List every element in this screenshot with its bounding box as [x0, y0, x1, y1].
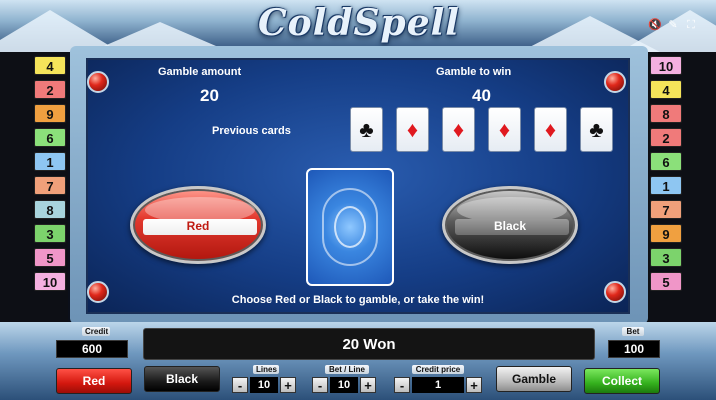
- lines-label: Lines: [253, 365, 279, 374]
- top-icon-bar: 🔇 ✎ ⛶: [648, 18, 698, 32]
- bet-per-line-stepper: - 10 +: [312, 376, 376, 394]
- line-badge-right: 8: [650, 104, 682, 123]
- club-suit-icon: ♣: [589, 117, 604, 142]
- previous-cards-label: Previous cards: [212, 125, 291, 137]
- credit-price-value: 1: [412, 377, 464, 393]
- game-logo: ColdSpell: [258, 2, 460, 44]
- club-suit-icon: ♣: [359, 117, 374, 142]
- gamble-instruction: Choose Red or Black to gamble, or take t…: [231, 294, 485, 306]
- line-badge-right: 7: [650, 200, 682, 219]
- gamble-button[interactable]: Gamble: [496, 366, 572, 392]
- line-badge-left: 7: [34, 176, 66, 195]
- black-button[interactable]: Black: [144, 366, 220, 392]
- line-badge-left: 1: [34, 152, 66, 171]
- credit-price-minus-button[interactable]: -: [394, 377, 410, 393]
- line-badge-right: 4: [650, 80, 682, 99]
- black-choice-button[interactable]: Black: [442, 186, 578, 264]
- line-badge-left: 5: [34, 248, 66, 267]
- line-badge-right: 10: [650, 56, 682, 75]
- lines-value: 10: [250, 377, 278, 393]
- collect-button[interactable]: Collect: [584, 368, 660, 394]
- previous-card: ♦: [442, 107, 475, 152]
- black-choice-label: Black: [493, 219, 527, 233]
- line-badge-right: 1: [650, 176, 682, 195]
- previous-card: ♦: [534, 107, 567, 152]
- line-badge-left: 2: [34, 80, 66, 99]
- diamond-suit-icon: ♦: [452, 117, 465, 142]
- lines-minus-button[interactable]: -: [232, 377, 248, 393]
- line-badge-right: 9: [650, 224, 682, 243]
- line-badges-left: 4 2 9 6 1 7 8 3 5 10: [34, 56, 66, 291]
- credit-price-label: Credit price: [412, 365, 464, 374]
- ruby-gem-decoration: [604, 71, 626, 93]
- bet-label: Bet: [622, 327, 644, 336]
- card-ornament: [334, 206, 366, 248]
- previous-card: ♣: [580, 107, 613, 152]
- gamble-amount-value: 20: [200, 86, 219, 105]
- gamble-to-win-value: 40: [472, 86, 491, 105]
- settings-icon[interactable]: ✎: [666, 18, 680, 32]
- bet-line-minus-button[interactable]: -: [312, 377, 328, 393]
- line-badge-left: 4: [34, 56, 66, 75]
- bet-line-plus-button[interactable]: +: [360, 377, 376, 393]
- line-badge-left: 6: [34, 128, 66, 147]
- red-choice-label: Red: [186, 219, 210, 233]
- line-badge-right: 5: [650, 272, 682, 291]
- line-badge-right: 2: [650, 128, 682, 147]
- credit-price-stepper: - 1 +: [394, 376, 482, 394]
- lines-stepper: - 10 +: [232, 376, 296, 394]
- bet-value: 100: [608, 340, 660, 358]
- credit-price-plus-button[interactable]: +: [466, 377, 482, 393]
- status-display: 20 Won: [143, 328, 595, 360]
- line-badge-left: 8: [34, 200, 66, 219]
- bet-per-line-value: 10: [330, 377, 358, 393]
- sound-icon[interactable]: 🔇: [648, 18, 662, 32]
- bet-per-line-label: Bet / Line: [325, 365, 369, 374]
- gamble-to-win-label: Gamble to win: [436, 66, 512, 78]
- face-down-card: [306, 168, 394, 286]
- line-badge-right: 3: [650, 248, 682, 267]
- line-badge-right: 6: [650, 152, 682, 171]
- red-choice-button[interactable]: Red: [130, 186, 266, 264]
- top-banner: ColdSpell 🔇 ✎ ⛶: [0, 0, 716, 52]
- previous-card: ♦: [396, 107, 429, 152]
- ruby-gem-decoration: [87, 71, 109, 93]
- previous-card: ♦: [488, 107, 521, 152]
- diamond-suit-icon: ♦: [406, 117, 419, 142]
- credit-label: Credit: [82, 327, 110, 336]
- lines-plus-button[interactable]: +: [280, 377, 296, 393]
- fullscreen-icon[interactable]: ⛶: [684, 18, 698, 32]
- line-badges-right: 10 4 8 2 6 1 7 9 3 5: [650, 56, 682, 291]
- line-badge-left: 10: [34, 272, 66, 291]
- line-badge-left: 3: [34, 224, 66, 243]
- credit-value: 600: [56, 340, 128, 358]
- line-badge-left: 9: [34, 104, 66, 123]
- previous-card: ♣: [350, 107, 383, 152]
- gamble-amount-label: Gamble amount: [158, 66, 242, 78]
- diamond-suit-icon: ♦: [544, 117, 557, 142]
- diamond-suit-icon: ♦: [498, 117, 511, 142]
- red-button[interactable]: Red: [56, 368, 132, 394]
